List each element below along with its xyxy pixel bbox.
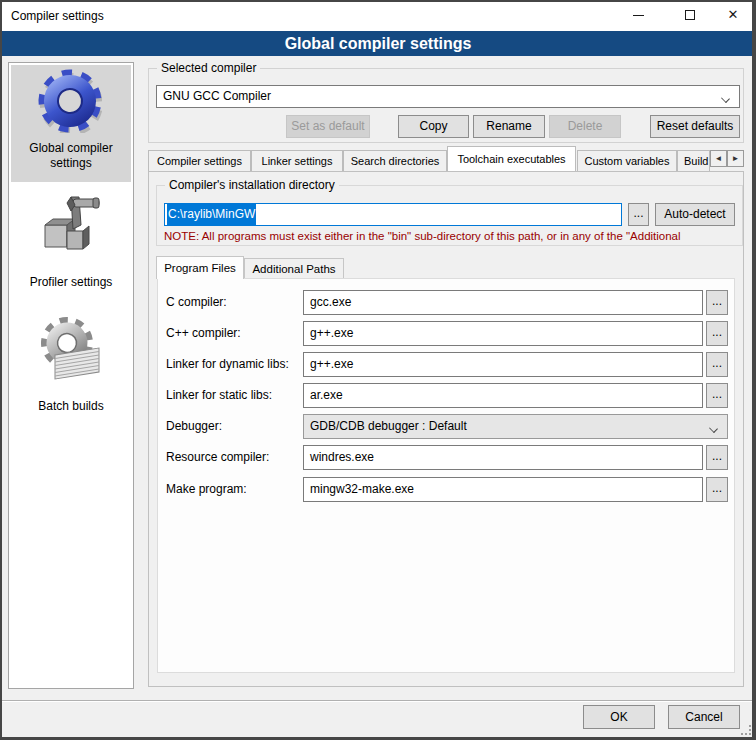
browse-c-compiler-button[interactable]: ... <box>706 290 728 315</box>
installation-directory-legend: Compiler's installation directory <box>165 178 339 192</box>
tab-compiler-settings[interactable]: Compiler settings <box>148 150 251 171</box>
footer-divider <box>0 700 756 702</box>
sidebar-item-label[interactable]: Profiler settings <box>11 275 131 290</box>
sidebar-item-label[interactable]: Batch builds <box>11 399 131 414</box>
maximize-icon <box>685 10 695 20</box>
global-compiler-gear-icon <box>38 69 102 133</box>
close-icon: ✕ <box>710 0 756 31</box>
field-label: C compiler: <box>166 295 227 309</box>
tab-build-options[interactable]: Build <box>677 150 710 171</box>
debugger-select-value: GDB/CDB debugger : Default <box>310 419 467 433</box>
maximize-button[interactable] <box>662 0 708 31</box>
field-label: Make program: <box>166 482 247 496</box>
browse-directory-button[interactable]: ... <box>628 203 649 226</box>
field-label: C++ compiler: <box>166 326 241 340</box>
tab-scroll-left-button[interactable]: ◄ <box>710 150 727 167</box>
linker-dynamic-input[interactable]: g++.exe <box>303 352 703 377</box>
tab-custom-variables[interactable]: Custom variables <box>577 150 677 171</box>
tab-scroll-right-button[interactable]: ► <box>727 150 744 167</box>
compiler-select-value: GNU GCC Compiler <box>163 89 271 103</box>
linker-static-input[interactable]: ar.exe <box>303 383 703 408</box>
resource-compiler-input[interactable]: windres.exe <box>303 445 703 470</box>
tab-search-directories[interactable]: Search directories <box>343 150 447 171</box>
installation-directory-value: C:\raylib\MinGW <box>167 204 256 225</box>
minimize-icon <box>633 15 644 16</box>
profiler-icon[interactable] <box>37 191 105 259</box>
rename-button[interactable]: Rename <box>473 115 545 138</box>
resize-grip[interactable] <box>741 725 751 735</box>
compiler-select[interactable]: GNU GCC Compiler <box>156 85 740 108</box>
window-border-top <box>0 0 756 2</box>
delete-button[interactable]: Delete <box>549 115 621 138</box>
cancel-button[interactable]: Cancel <box>668 705 740 729</box>
selected-compiler-legend: Selected compiler <box>157 61 260 75</box>
field-label: Linker for static libs: <box>166 388 272 402</box>
close-button[interactable]: ✕ <box>710 0 756 31</box>
tab-linker-settings[interactable]: Linker settings <box>251 150 343 171</box>
field-label: Debugger: <box>166 419 222 433</box>
tab-toolchain-executables[interactable]: Toolchain executables <box>447 146 576 171</box>
window-border-left <box>0 0 2 740</box>
debugger-select[interactable]: GDB/CDB debugger : Default <box>303 414 728 439</box>
batch-builds-icon[interactable] <box>37 317 105 385</box>
reset-defaults-button[interactable]: Reset defaults <box>650 115 740 138</box>
browse-linker-dynamic-button[interactable]: ... <box>706 352 728 377</box>
c-compiler-input[interactable]: gcc.exe <box>303 290 703 315</box>
make-program-input[interactable]: mingw32-make.exe <box>303 477 703 502</box>
window-title: Compiler settings <box>11 9 104 23</box>
compiler-settings-dialog: Compiler settings ✕ Global compiler sett… <box>0 0 756 740</box>
field-label: Linker for dynamic libs: <box>166 357 289 371</box>
sidebar: Global compiler settings Profiler settin… <box>8 62 134 689</box>
chevron-down-icon <box>710 425 718 433</box>
auto-detect-button[interactable]: Auto-detect <box>655 203 735 226</box>
installation-directory-input[interactable]: C:\raylib\MinGW <box>164 203 622 226</box>
title-bar: Compiler settings ✕ <box>0 0 756 31</box>
subtab-program-files[interactable]: Program Files <box>156 256 244 279</box>
minimize-button[interactable] <box>616 0 662 31</box>
set-as-default-button[interactable]: Set as default <box>286 115 370 138</box>
browse-resource-compiler-button[interactable]: ... <box>706 445 728 470</box>
ok-button[interactable]: OK <box>583 705 655 729</box>
dialog-header: Global compiler settings <box>0 31 756 56</box>
cpp-compiler-input[interactable]: g++.exe <box>303 321 703 346</box>
field-label: Resource compiler: <box>166 450 269 464</box>
copy-button[interactable]: Copy <box>398 115 469 138</box>
browse-cpp-compiler-button[interactable]: ... <box>706 321 728 346</box>
sidebar-item-label: Global compiler settings <box>11 141 131 171</box>
browse-make-program-button[interactable]: ... <box>706 477 728 502</box>
installation-note: NOTE: All programs must exist either in … <box>164 230 736 242</box>
chevron-down-icon <box>722 95 730 103</box>
subtab-additional-paths[interactable]: Additional Paths <box>244 258 344 279</box>
window-border-right <box>752 0 756 740</box>
browse-linker-static-button[interactable]: ... <box>706 383 728 408</box>
